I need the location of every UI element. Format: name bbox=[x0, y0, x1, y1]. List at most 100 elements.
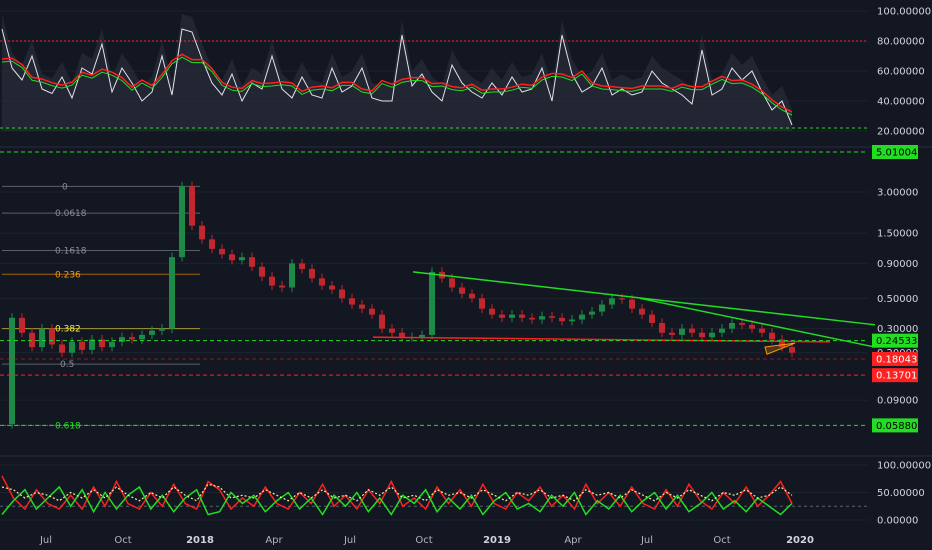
candle-body bbox=[419, 334, 425, 338]
candle-body bbox=[219, 248, 225, 255]
candle-body bbox=[109, 341, 115, 348]
candle-body bbox=[479, 298, 485, 309]
fib-level-label: 0.5 bbox=[60, 360, 74, 370]
candle-body bbox=[609, 298, 615, 305]
candle-body bbox=[39, 328, 45, 348]
fib-level-label: 0.236 bbox=[55, 270, 81, 280]
candle-body bbox=[659, 322, 665, 333]
x-tick-label: Oct bbox=[114, 535, 131, 546]
trading-chart[interactable]: 0 0.0618 0.1618 0.236 0.382 0.5 0.618 100.0000… bbox=[0, 0, 932, 550]
y-tick-label: 3.00000 bbox=[877, 187, 918, 198]
candle-body bbox=[559, 317, 565, 322]
fib-level-label: 0.382 bbox=[55, 325, 81, 335]
candle-body bbox=[379, 314, 385, 329]
candle-body bbox=[169, 257, 175, 329]
candle-body bbox=[519, 314, 525, 318]
candle-body bbox=[369, 308, 375, 315]
candle-body bbox=[759, 328, 765, 333]
y-tick-label: 50.00000 bbox=[877, 488, 925, 499]
y-tick-label: 1.50000 bbox=[877, 229, 918, 240]
price-tag-label: 0.13701 bbox=[876, 371, 917, 382]
candle-body bbox=[49, 328, 55, 345]
candle-body bbox=[699, 332, 705, 338]
candle-body bbox=[179, 186, 185, 258]
y-tick-label: 0.90000 bbox=[877, 259, 918, 270]
y-tick-label: 0.09000 bbox=[877, 396, 918, 407]
candle-body bbox=[489, 308, 495, 315]
candle-body bbox=[749, 324, 755, 329]
fib-level-label: 0.618 bbox=[55, 421, 81, 431]
candle-body bbox=[289, 263, 295, 288]
candle-body bbox=[69, 341, 75, 353]
candle-body bbox=[199, 225, 205, 240]
candle-body bbox=[529, 317, 535, 320]
candle-body bbox=[579, 314, 585, 320]
fib-level-label: 0 bbox=[62, 182, 68, 192]
x-tick-label: Oct bbox=[415, 535, 432, 546]
candle-body bbox=[769, 332, 775, 340]
candle-body bbox=[329, 285, 335, 290]
candle-body bbox=[389, 328, 395, 333]
candle-body bbox=[499, 314, 505, 318]
y-tick-label: 40.00000 bbox=[877, 97, 925, 108]
candle-body bbox=[139, 334, 145, 340]
candle-body bbox=[429, 271, 435, 335]
candle-body bbox=[569, 319, 575, 322]
x-tick-label: Jul bbox=[640, 535, 653, 546]
x-tick-label: 2020 bbox=[786, 535, 814, 546]
candle-body bbox=[149, 330, 155, 335]
y-tick-label: 60.00000 bbox=[877, 67, 925, 78]
candle-body bbox=[29, 332, 35, 348]
candle-body bbox=[509, 314, 515, 318]
candle-body bbox=[539, 316, 545, 320]
y-tick-label: 100.00000 bbox=[877, 461, 931, 472]
candle-body bbox=[449, 278, 455, 288]
y-tick-label: 20.00000 bbox=[877, 127, 925, 138]
candle-body bbox=[269, 276, 275, 286]
candle-body bbox=[299, 263, 305, 269]
candle-body bbox=[259, 266, 265, 277]
price-tag-label: 5.01004 bbox=[876, 148, 917, 159]
candle-body bbox=[209, 239, 215, 249]
candle-body bbox=[319, 278, 325, 286]
candle-body bbox=[339, 289, 345, 299]
candle-body bbox=[719, 328, 725, 333]
candle-body bbox=[649, 314, 655, 323]
candle-body bbox=[349, 298, 355, 305]
x-tick-label: Apr bbox=[564, 535, 582, 546]
candle-body bbox=[129, 337, 135, 340]
price-tag-label: 0.24533 bbox=[876, 336, 917, 347]
candle-body bbox=[589, 311, 595, 315]
candle-body bbox=[59, 344, 65, 353]
candle-body bbox=[619, 298, 625, 300]
y-tick-label: 80.00000 bbox=[877, 37, 925, 48]
y-tick-label: 0.50000 bbox=[877, 294, 918, 305]
candle-body bbox=[679, 328, 685, 335]
candle-body bbox=[709, 332, 715, 338]
candle-body bbox=[279, 285, 285, 288]
y-tick-label: 0.30000 bbox=[877, 324, 918, 335]
candle-body bbox=[189, 186, 195, 226]
candle-body bbox=[639, 308, 645, 315]
candle-body bbox=[119, 337, 125, 342]
candle-body bbox=[459, 287, 465, 294]
x-tick-label: Oct bbox=[713, 535, 730, 546]
candle-body bbox=[739, 322, 745, 325]
candle-body bbox=[309, 268, 315, 279]
fib-level-label: 0.1618 bbox=[55, 246, 87, 256]
candle-body bbox=[629, 299, 635, 309]
candle-body bbox=[689, 328, 695, 333]
price-tag-label: 0.18043 bbox=[876, 354, 917, 365]
y-tick-label: 100.00000 bbox=[877, 7, 931, 18]
candle-body bbox=[249, 257, 255, 267]
x-tick-label: 2018 bbox=[186, 535, 214, 546]
x-tick-label: 2019 bbox=[483, 535, 511, 546]
candle-body bbox=[19, 317, 25, 333]
price-tag-label: 0.05880 bbox=[876, 421, 917, 432]
fib-level-label: 0.0618 bbox=[55, 209, 87, 219]
candle-body bbox=[239, 257, 245, 261]
candle-body bbox=[789, 347, 795, 353]
candle-body bbox=[159, 328, 165, 331]
candle-body bbox=[729, 322, 735, 329]
candle-body bbox=[79, 341, 85, 350]
